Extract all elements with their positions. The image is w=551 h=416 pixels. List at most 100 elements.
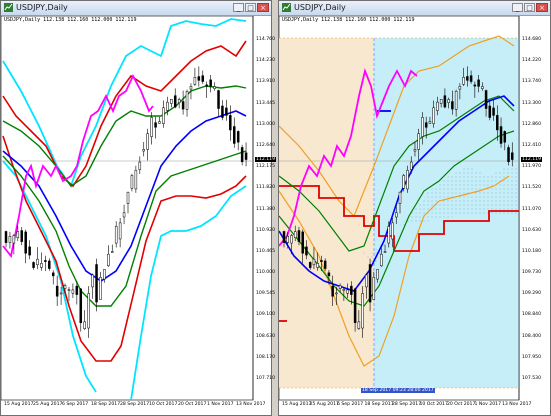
candle-body: [327, 272, 331, 277]
candle-body: [507, 147, 510, 163]
time-axis-label: 28 Sep 2017: [392, 402, 422, 407]
minimize-button[interactable]: _: [233, 3, 244, 12]
time-axis-label: 18 Sep 2017: [364, 402, 394, 407]
title-bar[interactable]: USDJPY,Daily _ □ ×: [1, 1, 271, 16]
price-axis-label: 108.400: [522, 333, 541, 339]
candle-body: [305, 246, 308, 256]
price-axis-label: 109.100: [256, 312, 275, 318]
candle-body: [221, 105, 224, 118]
candle-body: [320, 260, 323, 262]
price-axis-label: 108.840: [522, 312, 541, 318]
candle-body: [380, 253, 383, 267]
candle-body: [376, 269, 379, 280]
time-axis-label: 10 Oct 2017: [149, 402, 178, 407]
candle-body: [492, 107, 495, 116]
candle-body: [8, 236, 12, 243]
price-axis-label: 114.760: [256, 37, 275, 42]
candle-body: [469, 75, 473, 82]
candle-body: [424, 122, 428, 128]
candle-body: [499, 126, 503, 144]
time-axis-label: 1 Nov 2017: [474, 402, 502, 407]
candle-body: [353, 288, 357, 323]
close-button[interactable]: ×: [257, 3, 269, 12]
candle-body: [443, 95, 447, 108]
candle-body: [48, 260, 51, 269]
candle-body: [413, 149, 417, 152]
candle-body: [316, 263, 319, 268]
chart-window-right[interactable]: USDJPY,Daily _ □ × USDJPY,Daily 112.138 …: [278, 0, 551, 416]
maximize-button[interactable]: □: [524, 3, 535, 12]
candle-body: [409, 161, 413, 170]
price-axis-label: 111.070: [522, 206, 541, 212]
candle-body: [365, 274, 368, 288]
time-axis-label: 6 Sep 2017: [337, 402, 364, 407]
candle-body: [83, 321, 86, 329]
time-axis-label: 15 Aug 2017: [4, 402, 34, 407]
candle-body: [225, 107, 228, 116]
chart-icon: [282, 3, 291, 12]
candle-body: [466, 76, 469, 81]
candle-body: [122, 212, 126, 218]
candle-body: [357, 321, 361, 329]
time-axis-label: 20 Oct 2017: [447, 402, 476, 407]
candle-body: [439, 98, 443, 104]
price-axis-label: 111.380: [256, 206, 275, 212]
candle-body: [134, 170, 138, 190]
price-axis-label: 111.520: [522, 185, 541, 191]
symbol-info: USDJPY,Daily 112.138 112.160 112.000 112…: [4, 17, 137, 23]
candle-body: [4, 231, 8, 243]
last-price-tag: 112.119: [521, 157, 542, 162]
close-button[interactable]: ×: [536, 3, 548, 12]
time-axis-label: 15 Aug 2017: [282, 402, 312, 407]
candle-body: [44, 260, 47, 262]
price-axis-label: 113.000: [256, 121, 275, 127]
chart-icon: [4, 3, 13, 12]
price-axis-label: 110.180: [522, 248, 541, 254]
candle-body: [12, 235, 16, 244]
maximize-button[interactable]: □: [245, 3, 256, 12]
candle-body: [111, 251, 114, 253]
price-axis-label: 112.410: [522, 142, 541, 148]
candle-body: [236, 131, 240, 143]
candle-body: [406, 170, 409, 190]
candle-body: [158, 121, 161, 124]
price-axis-label: 108.630: [256, 333, 275, 339]
time-axis-label: 28 Sep 2017: [120, 402, 150, 407]
candle-body: [293, 231, 297, 239]
candle-body: [395, 212, 398, 218]
candle-body: [244, 152, 248, 160]
candle-body: [197, 76, 201, 81]
price-axis-label: 114.230: [256, 58, 275, 64]
price-axis-label: 110.000: [256, 270, 275, 276]
candle-body: [51, 272, 55, 277]
candle-body: [391, 222, 394, 240]
candle-body: [402, 175, 405, 189]
candle-body: [301, 231, 304, 254]
price-axis-label: 113.740: [522, 79, 541, 85]
candle-body: [79, 288, 83, 323]
price-axis-label: 110.465: [256, 248, 275, 254]
time-axis-label: 25 Aug 2017: [309, 402, 339, 407]
candle-body: [36, 258, 39, 266]
price-axis-label: 114.680: [522, 37, 541, 42]
candle-body: [59, 292, 63, 295]
price-chart-right[interactable]: [279, 16, 550, 416]
price-chart-left[interactable]: [1, 16, 271, 416]
time-axis-label: 13 Nov 2017: [502, 402, 532, 407]
candle-body: [335, 292, 338, 295]
chart-window-left[interactable]: USDJPY,Daily _ □ × USDJPY,Daily 112.138 …: [0, 0, 276, 416]
price-axis-label: 112.640: [256, 142, 275, 148]
minimize-button[interactable]: _: [512, 3, 523, 12]
title-bar[interactable]: USDJPY,Daily _ □ ×: [279, 1, 550, 16]
candle-body: [383, 251, 387, 253]
candle-body: [209, 79, 212, 87]
time-axis-label: 10 Oct 2017: [419, 402, 448, 407]
candle-body: [286, 236, 289, 243]
candle-body: [331, 285, 334, 297]
candle-body: [114, 226, 118, 244]
candle-body: [107, 253, 110, 267]
candle-body: [213, 86, 216, 89]
price-axis-label: 114.220: [522, 58, 541, 64]
candle-body: [40, 263, 43, 268]
candle-body: [126, 191, 130, 204]
